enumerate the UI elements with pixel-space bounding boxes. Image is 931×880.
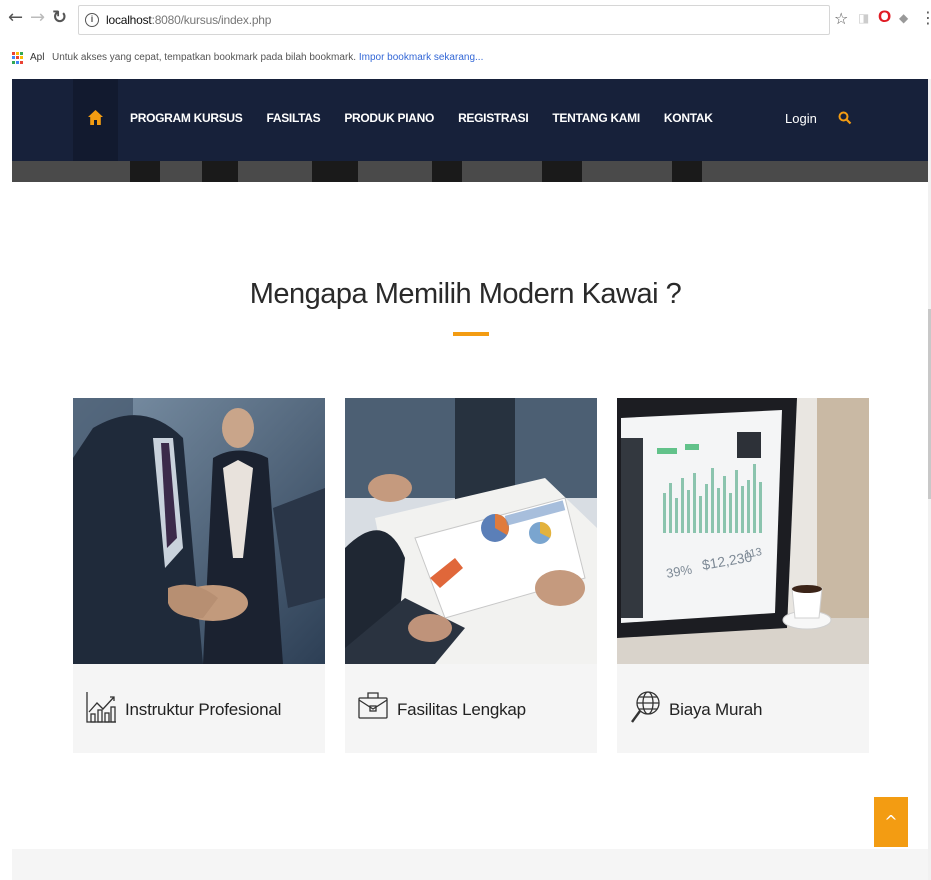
nav-produk-piano[interactable]: PRODUK PIANO	[344, 111, 434, 125]
search-icon[interactable]	[838, 111, 852, 125]
title-underline	[453, 332, 489, 336]
home-button[interactable]	[73, 79, 118, 161]
nav-program-kursus[interactable]: PROGRAM KURSUS	[130, 111, 243, 125]
hero-image-strip	[12, 161, 928, 182]
address-bar[interactable]: i localhost:8080/kursus/index.php	[78, 5, 830, 35]
import-bookmarks-link[interactable]: Impor bookmark sekarang...	[359, 52, 484, 63]
bookmarks-message: Untuk akses yang cepat, tempatkan bookma…	[52, 52, 484, 63]
login-link[interactable]: Login	[785, 111, 817, 126]
section-title: Mengapa Memilih Modern Kawai ?	[249, 278, 682, 310]
bar-chart-icon	[86, 692, 116, 723]
business-documents-image	[345, 398, 597, 664]
home-icon	[88, 110, 103, 125]
nav-registrasi[interactable]: REGISTRASI	[458, 111, 529, 125]
feature-card[interactable]: 39% $12,230 113 Biaya Murah	[617, 398, 869, 753]
card-label: Instruktur Profesional	[125, 700, 282, 719]
nav-tentang-kami[interactable]: TENTANG KAMI	[552, 111, 640, 125]
nav-kontak[interactable]: KONTAK	[664, 111, 713, 125]
bookmarks-bar: Apl Untuk akses yang cepat, tempatkan bo…	[0, 47, 931, 69]
reload-icon[interactable]: ↻	[52, 8, 67, 28]
back-arrow-icon[interactable]: ←	[8, 8, 23, 28]
handshake-image	[73, 398, 325, 664]
url-text: localhost:8080/kursus/index.php	[106, 13, 272, 27]
extension-icon[interactable]: ◆	[899, 11, 908, 25]
feature-card[interactable]: Fasilitas Lengkap	[345, 398, 597, 753]
feature-card[interactable]: Instruktur Profesional	[73, 398, 325, 753]
globe-search-icon	[631, 691, 660, 723]
menu-kebab-icon[interactable]: ⋮	[920, 8, 931, 27]
card-footer: Instruktur Profesional	[73, 664, 325, 753]
nav-fasilitas[interactable]: FASILTAS	[266, 111, 320, 125]
apps-label[interactable]: Apl	[30, 52, 44, 63]
bookmark-star-icon[interactable]: ☆	[834, 9, 848, 28]
apps-grid-icon[interactable]	[12, 52, 24, 64]
monitor-dashboard-image: 39% $12,230 113	[617, 398, 869, 664]
nav-links: PROGRAM KURSUS FASILTAS PRODUK PIANO REG…	[130, 111, 737, 125]
forward-arrow-icon[interactable]: →	[30, 8, 45, 28]
browser-toolbar: ← → ↻ i localhost:8080/kursus/index.php …	[0, 0, 931, 44]
card-footer: Fasilitas Lengkap	[345, 664, 597, 753]
card-footer: Biaya Murah	[617, 664, 869, 753]
next-section-band	[12, 849, 928, 880]
card-label: Biaya Murah	[669, 700, 763, 719]
site-navbar: PROGRAM KURSUS FASILTAS PRODUK PIANO REG…	[12, 79, 928, 161]
extension-icon[interactable]: ◨	[858, 11, 869, 25]
card-label: Fasilitas Lengkap	[397, 700, 526, 719]
opera-icon[interactable]: O	[878, 7, 891, 27]
info-icon[interactable]: i	[85, 13, 99, 27]
scroll-to-top-button[interactable]: ^	[874, 797, 908, 847]
briefcase-icon	[358, 692, 388, 719]
